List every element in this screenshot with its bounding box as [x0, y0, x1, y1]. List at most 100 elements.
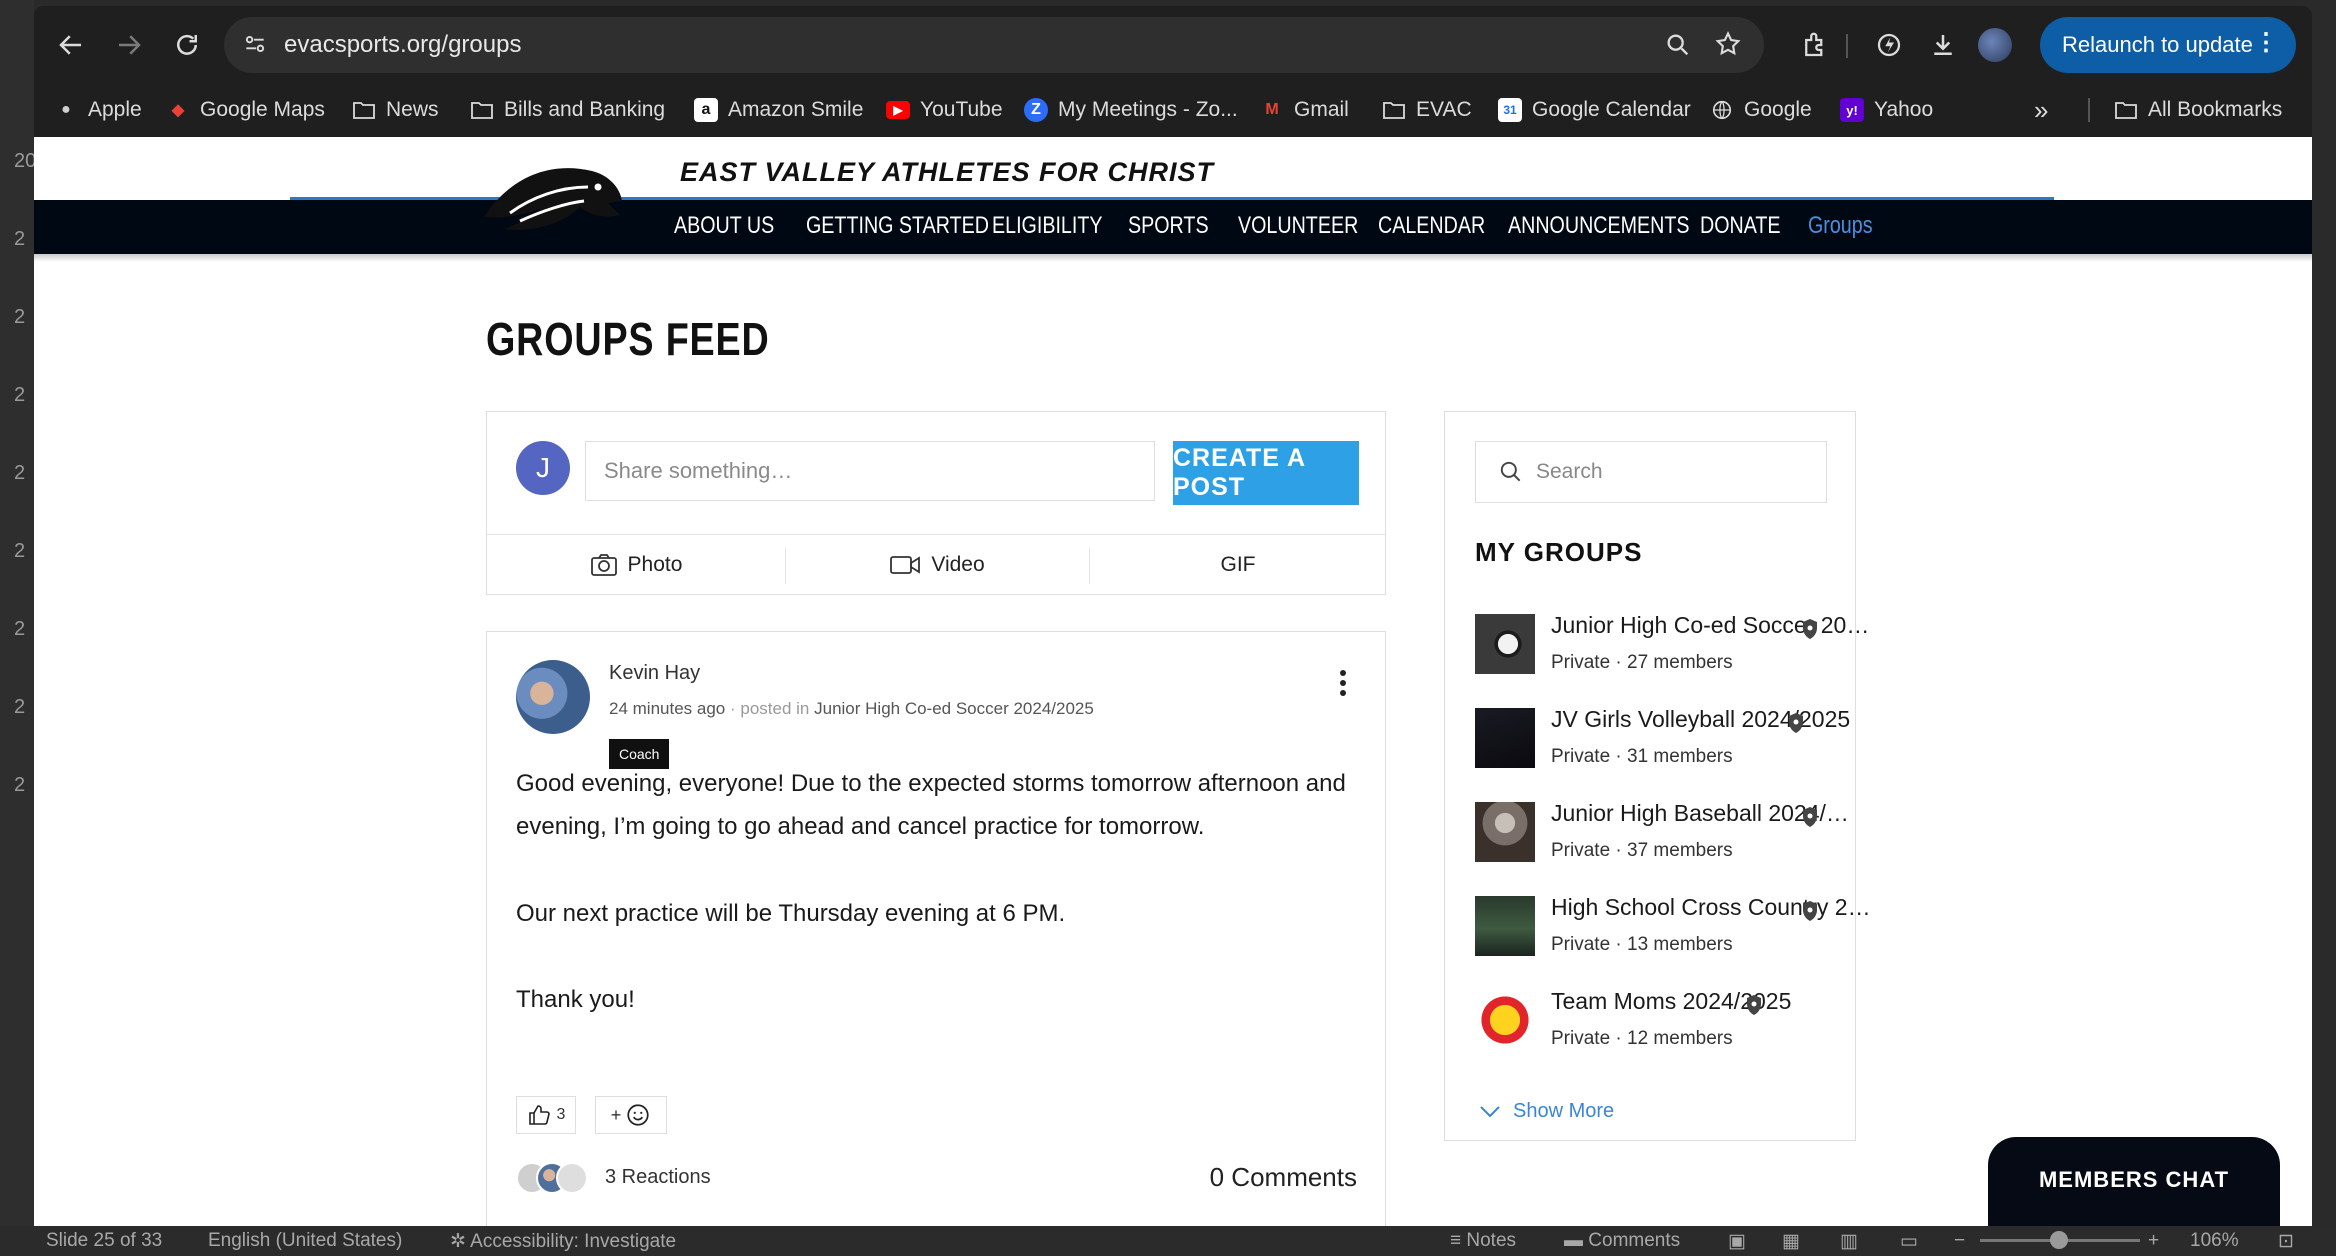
- forward-icon[interactable]: [110, 26, 148, 64]
- extensions-icon[interactable]: [1796, 26, 1834, 64]
- chevron-down-icon: [1480, 1105, 1500, 1117]
- group-name[interactable]: Junior High Co-ed Soccer 20…: [1551, 612, 1869, 639]
- notes-button[interactable]: ≡ Notes: [1450, 1230, 1516, 1252]
- nav-donate[interactable]: DONATE: [1700, 212, 1781, 240]
- relaunch-label: Relaunch to update: [2062, 32, 2253, 57]
- site-info-icon[interactable]: [242, 31, 268, 62]
- like-button[interactable]: 3: [516, 1096, 576, 1134]
- bookmark-label: Google: [1744, 98, 1812, 121]
- bookmark-yahoo[interactable]: y! Yahoo: [1840, 96, 1933, 124]
- ruler-mark: 2: [14, 306, 26, 328]
- nav-calendar[interactable]: CALENDAR: [1378, 212, 1485, 240]
- reading-view-icon[interactable]: ▥: [1840, 1230, 1858, 1253]
- group-name[interactable]: High School Cross Country 2…: [1551, 894, 1871, 921]
- site-title[interactable]: EAST VALLEY ATHLETES FOR CHRIST: [680, 157, 1214, 188]
- reaction-avatars[interactable]: [516, 1162, 592, 1196]
- gif-button[interactable]: GIF: [1089, 536, 1387, 594]
- all-bookmarks[interactable]: All Bookmarks: [2114, 96, 2282, 124]
- nav-groups[interactable]: Groups: [1808, 212, 1873, 240]
- group-item[interactable]: High School Cross Country 2… Private · 1…: [1475, 894, 1871, 966]
- search-input[interactable]: Search: [1475, 441, 1827, 503]
- bookmark-label: Apple: [88, 98, 142, 121]
- ruler-mark: 20: [14, 150, 37, 172]
- bookmark-google-calendar[interactable]: 31 Google Calendar: [1498, 96, 1691, 124]
- nav-volunteer[interactable]: VOLUNTEER: [1238, 212, 1358, 240]
- avatar[interactable]: [516, 660, 590, 734]
- nav-sports[interactable]: SPORTS: [1128, 212, 1209, 240]
- post-group-link[interactable]: Junior High Co-ed Soccer 2024/2025: [814, 699, 1094, 718]
- accessibility-status[interactable]: ✲ Accessibility: Investigate: [450, 1230, 676, 1253]
- avatar[interactable]: J: [516, 441, 570, 495]
- url-text[interactable]: evacsports.org/groups: [284, 31, 521, 59]
- photo-button[interactable]: Photo: [487, 536, 785, 594]
- fit-slide-icon[interactable]: ⊡: [2278, 1230, 2294, 1253]
- my-groups-heading: MY GROUPS: [1475, 537, 1643, 567]
- all-bookmarks-label: All Bookmarks: [2148, 98, 2283, 121]
- group-item[interactable]: Junior High Co-ed Soccer 20… Private · 2…: [1475, 612, 1869, 684]
- slideshow-icon[interactable]: ▭: [1900, 1230, 1918, 1253]
- group-item[interactable]: Junior High Baseball 2024/… Private · 37…: [1475, 800, 1849, 872]
- bookmark-apple[interactable]: ● Apple: [54, 96, 142, 124]
- add-reaction-button[interactable]: +: [595, 1096, 667, 1134]
- site-header: EAST VALLEY ATHLETES FOR CHRIST ABOUT US…: [34, 137, 2312, 262]
- language-indicator[interactable]: English (United States): [208, 1230, 402, 1252]
- more-options-icon[interactable]: [1331, 666, 1355, 700]
- group-item[interactable]: Team Moms 2024/2025 Private · 12 members: [1475, 988, 1845, 1060]
- nav-announcements[interactable]: ANNOUNCEMENTS: [1508, 212, 1690, 240]
- address-bar[interactable]: evacsports.org/groups: [224, 17, 1764, 73]
- bookmark-google[interactable]: Google: [1710, 96, 1812, 124]
- share-input[interactable]: Share something…: [585, 441, 1155, 501]
- folder-icon: [470, 98, 494, 122]
- more-bookmarks-icon[interactable]: »: [2034, 95, 2048, 125]
- search-tab-icon[interactable]: [1664, 31, 1692, 64]
- relaunch-button[interactable]: Relaunch to update ⋮: [2040, 17, 2296, 73]
- nav-getting-started[interactable]: GETTING STARTED: [806, 212, 989, 240]
- composer-divider: [487, 534, 1385, 535]
- nav-eligibility[interactable]: ELIGIBILITY: [992, 212, 1102, 240]
- comment-icon: ▬: [1564, 1230, 1583, 1251]
- web-page: EAST VALLEY ATHLETES FOR CHRIST ABOUT US…: [34, 137, 2312, 1229]
- reload-icon[interactable]: [168, 26, 206, 64]
- performance-icon[interactable]: [1870, 26, 1908, 64]
- bookmark-bills[interactable]: Bills and Banking: [470, 96, 665, 124]
- bookmark-gmail[interactable]: M Gmail: [1260, 96, 1349, 124]
- ruler-mark: 2: [14, 540, 26, 562]
- profile-avatar[interactable]: [1978, 28, 2012, 62]
- search-icon: [1500, 461, 1521, 482]
- bookmark-youtube[interactable]: ▶ YouTube: [886, 96, 1003, 124]
- create-post-button[interactable]: CREATE A POST: [1173, 441, 1359, 505]
- group-name[interactable]: JV Girls Volleyball 2024/2025: [1551, 706, 1850, 733]
- post-time[interactable]: 24 minutes ago: [609, 699, 725, 718]
- group-thumbnail: [1475, 614, 1535, 674]
- bookmark-news[interactable]: News: [352, 96, 439, 124]
- slide-sorter-icon[interactable]: ▦: [1782, 1230, 1800, 1253]
- show-more-label: Show More: [1513, 1100, 1615, 1122]
- nav-about-us[interactable]: ABOUT US: [674, 212, 774, 240]
- browser-toolbar: evacsports.org/groups Relaunch to update…: [34, 6, 2312, 84]
- search-placeholder: Search: [1536, 460, 1603, 483]
- group-item[interactable]: JV Girls Volleyball 2024/2025 Private · …: [1475, 706, 1850, 778]
- zoom-in-icon[interactable]: +: [2148, 1230, 2159, 1252]
- comments-count[interactable]: 0 Comments: [1210, 1162, 1357, 1193]
- back-icon[interactable]: [52, 26, 90, 64]
- normal-view-icon[interactable]: ▣: [1728, 1230, 1746, 1253]
- comments-button[interactable]: ▬ Comments: [1564, 1230, 1680, 1252]
- zoom-level[interactable]: 106%: [2190, 1230, 2239, 1252]
- bookmark-google-maps[interactable]: ◆ Google Maps: [166, 96, 325, 124]
- post-author[interactable]: Kevin Hay: [609, 662, 700, 685]
- kebab-menu-icon[interactable]: ⋮: [2254, 29, 2278, 57]
- folder-icon: [352, 98, 376, 122]
- bookmark-zoom[interactable]: Z My Meetings - Zo...: [1024, 96, 1238, 124]
- show-more-button[interactable]: Show More: [1479, 1100, 1614, 1123]
- members-chat-button[interactable]: MEMBERS CHAT: [1988, 1137, 2280, 1229]
- bookmark-amazon[interactable]: a Amazon Smile: [694, 96, 863, 124]
- download-icon[interactable]: [1924, 26, 1962, 64]
- bookmark-evac[interactable]: EVAC: [1382, 96, 1472, 124]
- eagle-logo[interactable]: [480, 157, 626, 247]
- reactions-count[interactable]: 3 Reactions: [605, 1166, 711, 1189]
- zoom-out-icon[interactable]: −: [1954, 1230, 1965, 1252]
- zoom-slider-thumb[interactable]: [2050, 1231, 2068, 1249]
- bookmark-star-icon[interactable]: [1714, 30, 1742, 63]
- video-button[interactable]: Video: [785, 536, 1089, 594]
- post-meta: 24 minutes ago · posted in Junior High C…: [609, 699, 1094, 719]
